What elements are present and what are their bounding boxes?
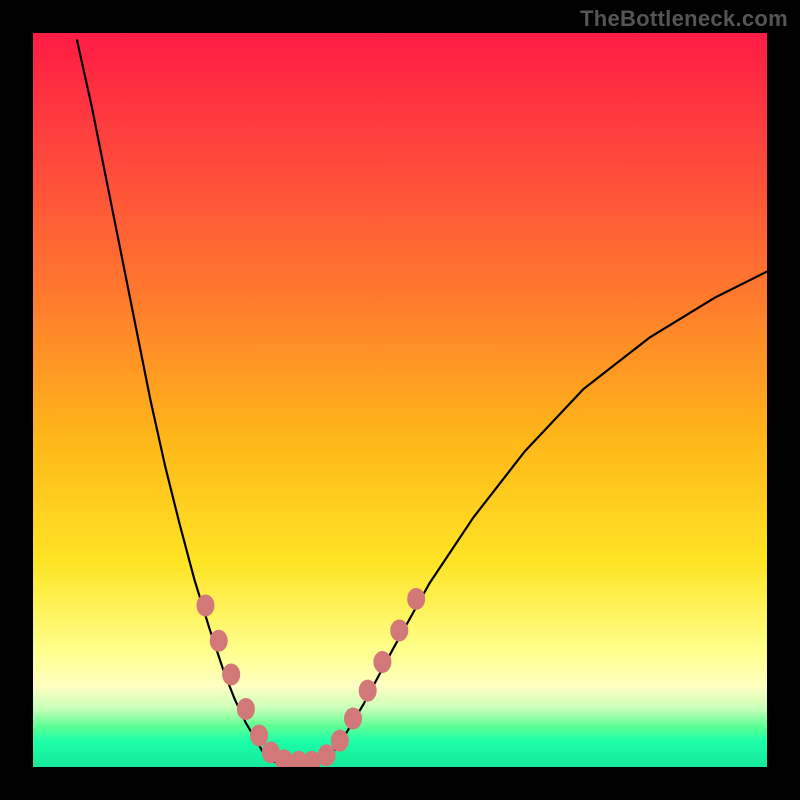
data-dot [374,652,391,673]
data-dot [408,588,425,609]
data-dot [237,699,254,720]
chart-frame: TheBottleneck.com [0,0,800,800]
watermark-text: TheBottleneck.com [580,6,788,32]
bottleneck-curve [77,40,767,763]
data-dot [223,664,240,685]
data-dot [331,730,348,751]
dots-group [197,588,425,767]
data-dot [197,595,214,616]
data-dot [391,620,408,641]
chart-svg [33,33,767,767]
data-dot [359,680,376,701]
data-dot [210,630,227,651]
data-dot [251,725,268,746]
curves-group [77,40,767,763]
data-dot [345,708,362,729]
data-dot [318,745,335,766]
